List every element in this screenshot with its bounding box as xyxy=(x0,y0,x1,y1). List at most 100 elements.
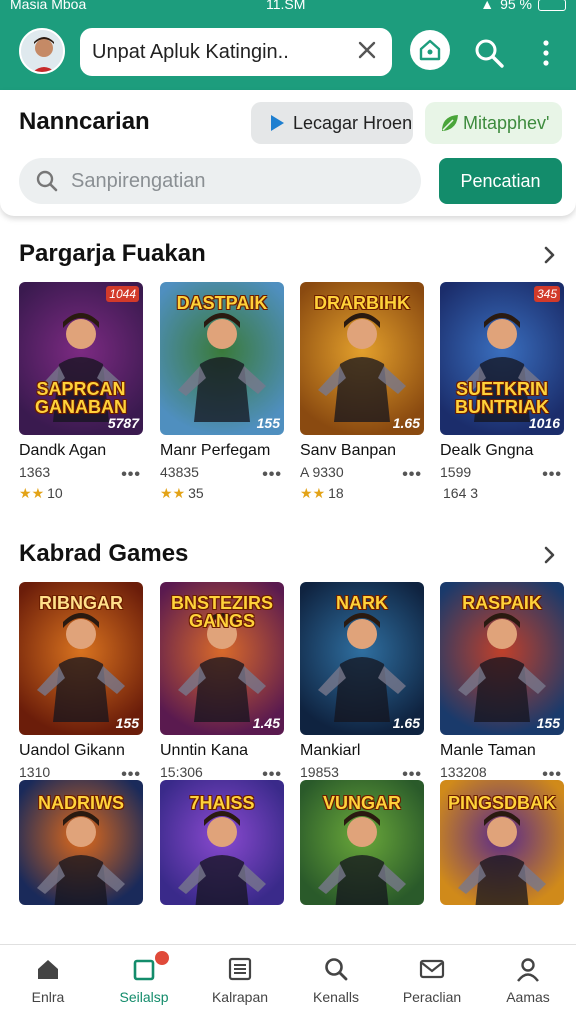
game-grid: RIBNGAR155Uandol Gikann1310★★★•••BNSTEZI… xyxy=(19,582,564,812)
star-icon: ★ xyxy=(19,485,32,501)
nav-item-3[interactable]: Kenalls xyxy=(288,945,384,1024)
nav-item-4[interactable]: Peraclian xyxy=(384,945,480,1024)
game-thumbnail[interactable]: PINGSDBAK xyxy=(440,780,564,905)
apps-icon xyxy=(133,959,155,981)
nav-label: Seilalsp xyxy=(119,989,169,1005)
person-icon xyxy=(517,958,539,982)
leaf-icon xyxy=(442,115,458,131)
search-field[interactable] xyxy=(19,158,421,204)
home-icon xyxy=(419,39,441,61)
game-grid: SAPRCAN GANABAN 5787 1044 Dandk Agan 1363 ★★ 1… xyxy=(19,282,564,512)
play-chip[interactable]: Lecagar Hroen xyxy=(251,102,413,144)
app-header: Masia Mboa 11.SM ▲ 95 % Unpat Apluk Kati… xyxy=(0,0,576,90)
download-count: 1310 xyxy=(19,764,51,780)
game-section: Kabrad Games RIBNGAR155Uandol Gikann1310★… xyxy=(0,540,576,820)
download-count: 15:306 xyxy=(160,764,203,780)
game-card[interactable]: RIBNGAR155Uandol Gikann1310★★★••• xyxy=(19,582,143,810)
nav-label: Kenalls xyxy=(313,989,359,1005)
rating-badge: 155 xyxy=(256,415,280,431)
nav-item-2[interactable]: Kalrapan xyxy=(192,945,288,1024)
download-count: 43835 xyxy=(160,464,199,480)
download-count: 19853 xyxy=(300,764,339,780)
clock-label: 11.SM xyxy=(266,0,306,12)
game-art-title: BNSTEZIRS GANGS xyxy=(170,593,273,631)
game-art-title: RASPAIK xyxy=(462,593,542,613)
chevron-right-icon[interactable] xyxy=(542,244,558,266)
game-thumbnail[interactable]: NADRIWS xyxy=(19,780,143,905)
search-input[interactable] xyxy=(71,158,411,204)
game-rating: ★★ 10 xyxy=(19,485,63,502)
game-art-title: NARK xyxy=(336,593,388,613)
download-count: A 9330 xyxy=(300,464,344,480)
more-options-icon[interactable]: ••• xyxy=(262,466,282,484)
game-section: NADRIWS 7HAISS VUNGAR PINGSDBAK xyxy=(0,780,576,945)
price-tag: 345 xyxy=(533,286,560,302)
nav-label: Aamas xyxy=(506,989,550,1005)
game-thumbnail[interactable]: BNSTEZIRS GANGS 1.45 xyxy=(160,582,284,735)
section-title: Kabrad Games xyxy=(19,540,189,567)
more-options-icon[interactable]: ••• xyxy=(542,466,562,484)
download-count: 1363 xyxy=(19,464,51,480)
game-card[interactable]: SAPRCAN GANABAN 5787 1044 Dandk Agan 1363 ★★ 1… xyxy=(19,282,143,510)
search-icon[interactable] xyxy=(472,36,506,70)
section-title: Pargarja Fuakan xyxy=(19,240,206,267)
clear-icon[interactable] xyxy=(356,39,378,61)
avatar[interactable] xyxy=(19,28,65,74)
game-thumbnail[interactable]: DRARBIHK 1.65 xyxy=(300,282,424,435)
download-count: 133208 xyxy=(440,764,487,780)
game-thumbnail[interactable]: SAPRCAN GANABAN 5787 1044 xyxy=(19,282,143,435)
game-title: Sanv Banpan xyxy=(300,442,397,459)
more-options-icon[interactable]: ••• xyxy=(121,466,141,484)
game-title: Dealk Gngna xyxy=(440,442,534,459)
game-art-title: NADRIWS xyxy=(38,793,124,813)
game-thumbnail[interactable]: DASTPAIK 155 xyxy=(160,282,284,435)
rating-count: 18 xyxy=(328,485,344,501)
game-card[interactable]: DASTPAIK 155 Manr Perfegam 43835 ★★ 35 ••• xyxy=(160,282,284,510)
header-search-value: Unpat Apluk Katingin.. xyxy=(92,41,289,63)
nav-label: Peraclian xyxy=(402,989,462,1005)
star-icon: ★ xyxy=(312,485,326,501)
battery-label: 95 % xyxy=(500,0,532,12)
rating-badge: 155 xyxy=(536,715,560,731)
game-art-title: PINGSDBAK xyxy=(447,793,556,813)
carrier-label: Masia Mboa xyxy=(10,0,87,12)
home-button[interactable] xyxy=(410,30,450,70)
rating-count: 10 xyxy=(47,485,63,501)
rating-count: 35 xyxy=(188,485,204,501)
more-options-icon[interactable]: ••• xyxy=(402,466,422,484)
nav-label: Enlra xyxy=(31,989,65,1005)
wifi-icon: ▲ xyxy=(480,0,495,12)
game-card[interactable]: RASPAIK155Manle Taman133208★★••• xyxy=(440,582,564,810)
game-rating: ★★18 xyxy=(300,485,344,502)
leaf-chip-label: Mitapphev' xyxy=(463,112,550,133)
game-card[interactable]: NARK1.65Mankiarl19853★★18••• xyxy=(300,582,424,810)
game-art-title: VUNGAR xyxy=(322,793,401,813)
star-icon: ★ xyxy=(172,485,186,501)
game-thumbnail[interactable]: 7HAISS xyxy=(160,780,284,905)
game-thumbnail[interactable]: RASPAIK 155 xyxy=(440,582,564,735)
game-rating: ★★ 35 xyxy=(160,485,204,502)
nav-item-5[interactable]: Aamas xyxy=(480,945,576,1024)
game-thumbnail[interactable]: SUETKRIN BUNTRIAK 1016 345 xyxy=(440,282,564,435)
game-art-title: RIBNGAR xyxy=(39,593,123,613)
search-button[interactable]: Pencatian xyxy=(439,158,562,204)
header-search-field[interactable]: Unpat Apluk Katingin.. xyxy=(80,28,392,76)
game-art-title: SUETKRIN BUNTRIAK xyxy=(455,379,549,417)
chevron-right-icon[interactable] xyxy=(542,544,558,566)
nav-item-1[interactable]: Seilalsp xyxy=(96,945,192,1024)
game-thumbnail[interactable]: VUNGAR xyxy=(300,780,424,905)
game-card[interactable]: BNSTEZIRS GANGS1.45Unntin Kana15:306★★80… xyxy=(160,582,284,810)
rating-count: 164 3 xyxy=(443,485,479,501)
download-count: 1599 xyxy=(440,464,472,480)
game-card[interactable]: DRARBIHK 1.65 Sanv Banpan A 9330 ★★ 18 ••• xyxy=(300,282,424,510)
leaf-chip[interactable]: Mitapphev' xyxy=(425,102,562,144)
nav-item-0[interactable]: Enlra xyxy=(0,945,96,1024)
game-card[interactable]: SUETKRIN BUNTRIAK 1016 345 Dealk Gngna 1599 1… xyxy=(440,282,564,510)
notification-dot xyxy=(155,951,169,965)
avatar-icon xyxy=(21,30,63,72)
rating-badge: 1.45 xyxy=(252,715,280,731)
rating-badge: 1.65 xyxy=(392,715,420,731)
more-vert-icon[interactable] xyxy=(538,38,554,68)
game-thumbnail[interactable]: RIBNGAR 155 xyxy=(19,582,143,735)
game-thumbnail[interactable]: NARK 1.65 xyxy=(300,582,424,735)
